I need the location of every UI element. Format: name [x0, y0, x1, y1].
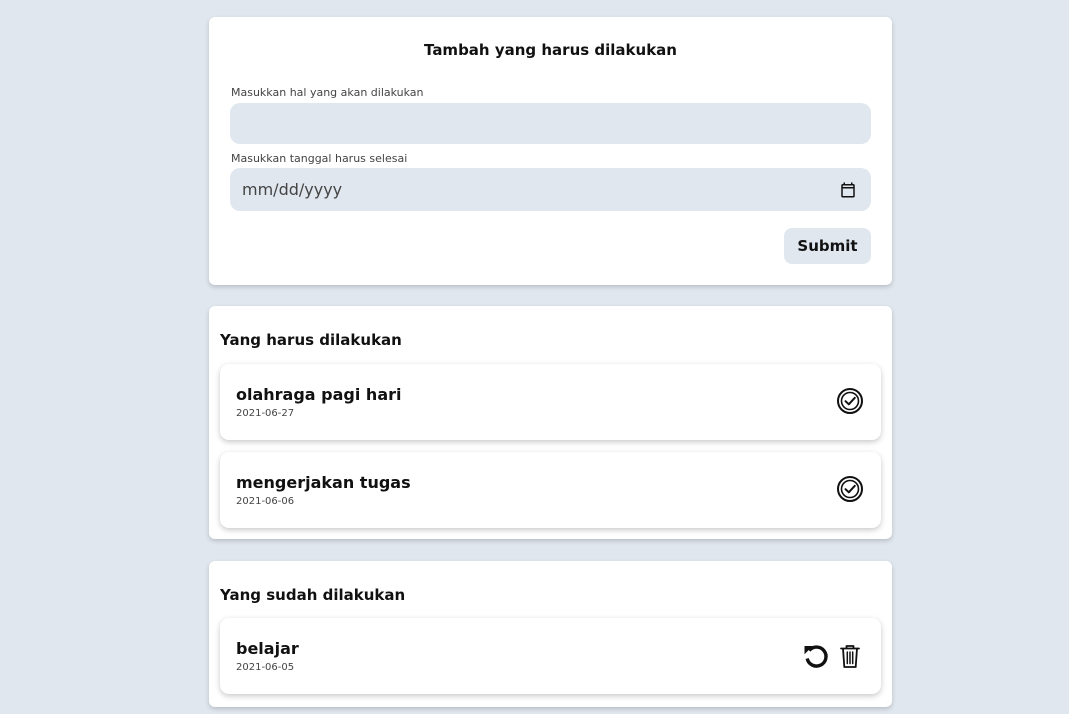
todo-input[interactable] [230, 103, 871, 144]
date-placeholder: mm/dd/yyyy [242, 180, 343, 199]
date-input-label: Masukkan tanggal harus selesai [231, 152, 408, 165]
todo-item: mengerjakan tugas 2021-06-06 [220, 452, 881, 528]
todo-item: olahraga pagi hari 2021-06-27 [220, 364, 881, 440]
done-item-date: 2021-06-05 [236, 662, 295, 673]
date-input[interactable]: mm/dd/yyyy [230, 168, 871, 211]
todo-input-label: Masukkan hal yang akan dilakukan [231, 86, 424, 99]
done-item-title: belajar [236, 639, 299, 658]
todo-section-title: Yang harus dilakukan [220, 331, 402, 349]
form-title: Tambah yang harus dilakukan [424, 41, 677, 59]
todo-item-title: mengerjakan tugas [236, 473, 411, 492]
done-list-card: Yang sudah dilakukan belajar 2021-06-05 [209, 561, 892, 707]
todo-item-date: 2021-06-27 [236, 408, 295, 419]
add-todo-form-card: Tambah yang harus dilakukan Masukkan hal… [209, 17, 892, 285]
todo-item-date: 2021-06-06 [236, 496, 295, 507]
trash-icon[interactable] [835, 641, 865, 671]
todo-item-title: olahraga pagi hari [236, 385, 402, 404]
done-section-title: Yang sudah dilakukan [220, 586, 406, 604]
check-circle-icon[interactable] [835, 474, 865, 504]
submit-button[interactable]: Submit [784, 228, 871, 264]
check-circle-icon[interactable] [835, 386, 865, 416]
undo-icon[interactable] [801, 641, 831, 671]
todo-list-card: Yang harus dilakukan olahraga pagi hari … [209, 306, 892, 539]
calendar-icon[interactable] [839, 181, 857, 199]
done-item: belajar 2021-06-05 [220, 618, 881, 694]
